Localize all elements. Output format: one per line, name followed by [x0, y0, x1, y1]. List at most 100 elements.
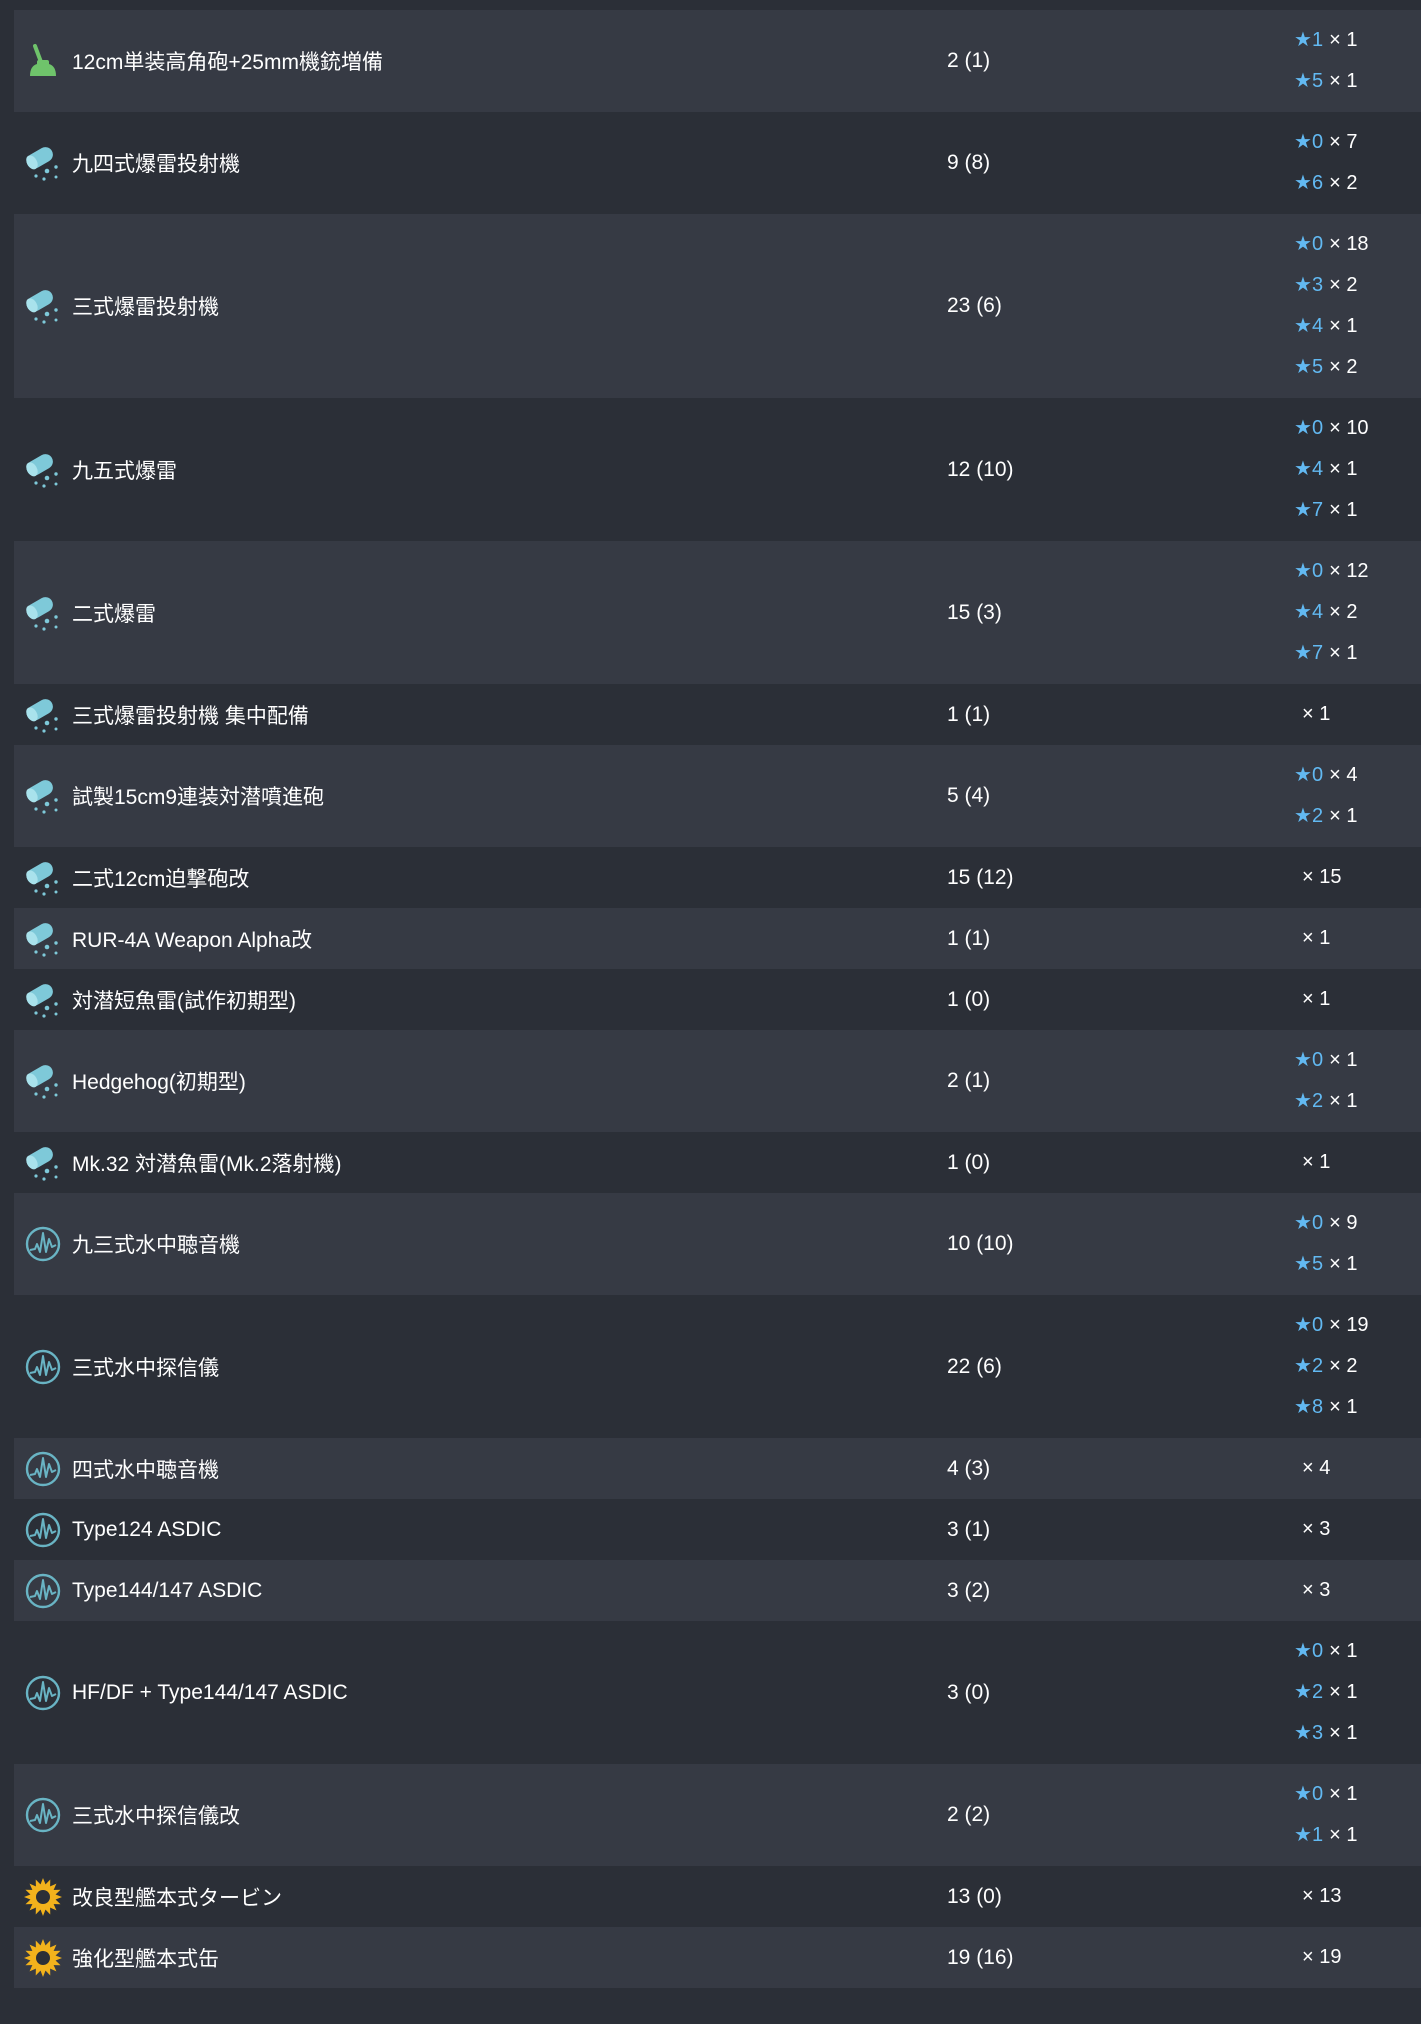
- improvement-level-line: ★0 × 1: [1294, 1040, 1357, 1081]
- equipment-name-cell: 改良型艦本式タービン: [14, 1877, 947, 1916]
- level-quantity-value: 1: [1346, 1681, 1358, 1703]
- star-icon: ★: [1294, 1396, 1312, 1418]
- level-quantity-value: 1: [1346, 805, 1358, 827]
- star-level: ★0: [1294, 1783, 1323, 1805]
- equipment-row[interactable]: 改良型艦本式タービン 13 (0) × 13: [14, 1866, 1421, 1927]
- equipment-count: 2 (1): [947, 49, 991, 72]
- improvement-levels: ★0 × 7 ★6 × 2: [1294, 122, 1357, 204]
- level-quantity: × 1: [1329, 29, 1358, 51]
- equipment-row[interactable]: Type144/147 ASDIC 3 (2) × 3: [14, 1560, 1421, 1621]
- level-quantity-value: 4: [1319, 1457, 1331, 1479]
- equipment-count: 1 (0): [947, 1150, 991, 1174]
- equipment-name: 対潜短魚雷(試作初期型): [72, 989, 296, 1013]
- star-level: ★0: [1294, 764, 1323, 786]
- improvement-level-line: ★4 × 1: [1294, 449, 1369, 490]
- improvement-level-line: ★7 × 1: [1294, 490, 1369, 531]
- star-level-value: 7: [1311, 642, 1324, 664]
- star-level: ★8: [1294, 1396, 1323, 1418]
- improvement-levels: ★0 × 1 ★1 × 1: [1294, 1774, 1357, 1856]
- equipment-count: 1 (0): [947, 987, 991, 1011]
- sonar-icon: [14, 1225, 72, 1263]
- level-quantity-value: 2: [1346, 1355, 1358, 1377]
- equipment-row[interactable]: 二式爆雷 15 (3) ★0 × 12 ★4 × 2 ★7 × 1: [14, 541, 1421, 684]
- star-level: ★5: [1294, 70, 1323, 92]
- equipment-row[interactable]: 四式水中聴音機 4 (3) × 4: [14, 1438, 1421, 1499]
- equipment-row[interactable]: 三式爆雷投射機 23 (6) ★0 × 18 ★3 × 2 ★4 × 1 ★5 × 2: [14, 214, 1421, 398]
- depth-charge-icon: [14, 859, 72, 897]
- star-level: ★7: [1294, 499, 1323, 521]
- equipment-name: 三式爆雷投射機 集中配備: [72, 704, 309, 728]
- level-quantity-value: 1: [1346, 1722, 1358, 1744]
- star-icon: ★: [1294, 1253, 1312, 1275]
- equipment-row[interactable]: Type124 ASDIC 3 (1) × 3: [14, 1499, 1421, 1560]
- star-icon: ★: [1294, 1314, 1312, 1336]
- equipment-row[interactable]: RUR-4A Weapon Alpha改 1 (1) × 1: [14, 908, 1421, 969]
- star-icon: ★: [1294, 172, 1312, 194]
- star-level-value: 0: [1311, 1314, 1324, 1336]
- level-quantity-value: 19: [1319, 1946, 1342, 1968]
- equipment-row[interactable]: 12cm単装高角砲+25mm機銃増備 2 (1) ★1 × 1 ★5 × 1: [14, 10, 1421, 112]
- equipment-row[interactable]: HF/DF + Type144/147 ASDIC 3 (0) ★0 × 1 ★2 × 1…: [14, 1621, 1421, 1764]
- depth-charge-icon: [14, 696, 72, 734]
- star-icon: ★: [1294, 499, 1312, 521]
- equipment-row[interactable]: 試製15cm9連装対潜噴進砲 5 (4) ★0 × 4 ★2 × 1: [14, 745, 1421, 847]
- sonar-icon: [14, 1572, 72, 1610]
- equipment-name-cell: Mk.32 対潜魚雷(Mk.2落射機): [14, 1144, 947, 1182]
- level-quantity: × 2: [1329, 356, 1358, 378]
- improvement-levels: ★0 × 1 ★2 × 1: [1294, 1040, 1357, 1122]
- level-quantity-value: 18: [1346, 233, 1369, 255]
- level-quantity: × 1: [1329, 805, 1358, 827]
- equipment-row[interactable]: 二式12cm迫撃砲改 15 (12) × 15: [14, 847, 1421, 908]
- star-level-value: 2: [1311, 1681, 1324, 1703]
- improvement-levels: ★1 × 1 ★5 × 1: [1294, 20, 1357, 102]
- star-level: ★2: [1294, 1681, 1323, 1703]
- improvement-levels: × 1: [1294, 918, 1330, 959]
- star-level: ★0: [1294, 1314, 1323, 1336]
- level-quantity-value: 9: [1346, 1212, 1358, 1234]
- equipment-name-cell: 九五式爆雷: [14, 451, 947, 489]
- equipment-count: 10 (10): [947, 1232, 1014, 1255]
- star-level-value: 0: [1311, 233, 1324, 255]
- level-quantity: × 1: [1329, 315, 1358, 337]
- equipment-row[interactable]: 強化型艦本式缶 19 (16) × 19: [14, 1927, 1421, 1988]
- equipment-row[interactable]: 対潜短魚雷(試作初期型) 1 (0) × 1: [14, 969, 1421, 1030]
- level-quantity: × 1: [1329, 642, 1358, 664]
- equipment-row[interactable]: 九五式爆雷 12 (10) ★0 × 10 ★4 × 1 ★7 × 1: [14, 398, 1421, 541]
- level-quantity: × 1: [1329, 70, 1358, 92]
- improvement-level-line: ★0 × 12: [1294, 551, 1369, 592]
- level-quantity: × 18: [1329, 233, 1369, 255]
- depth-charge-icon: [14, 287, 72, 325]
- level-quantity-value: 3: [1319, 1518, 1331, 1540]
- star-icon: ★: [1294, 1090, 1312, 1112]
- sonar-icon: [14, 1511, 72, 1549]
- equipment-row[interactable]: 三式水中探信儀 22 (6) ★0 × 19 ★2 × 2 ★8 × 1: [14, 1295, 1421, 1438]
- equipment-name: 試製15cm9連装対潜噴進砲: [72, 786, 325, 809]
- equipment-name: Mk.32 対潜魚雷(Mk.2落射機): [72, 1152, 342, 1176]
- star-level-value: 5: [1311, 356, 1324, 378]
- equipment-name: 改良型艦本式タービン: [72, 1886, 282, 1910]
- star-level-value: 2: [1311, 805, 1324, 827]
- equipment-name: 九四式爆雷投射機: [72, 153, 240, 176]
- equipment-row[interactable]: 九四式爆雷投射機 9 (8) ★0 × 7 ★6 × 2: [14, 112, 1421, 214]
- equipment-row[interactable]: Mk.32 対潜魚雷(Mk.2落射機) 1 (0) × 1: [14, 1132, 1421, 1193]
- improvement-levels: × 1: [1294, 1142, 1330, 1183]
- level-quantity: × 1: [1329, 1783, 1358, 1805]
- star-icon: ★: [1294, 233, 1312, 255]
- star-icon: ★: [1294, 29, 1312, 51]
- improvement-level-line: ★0 × 19: [1294, 1305, 1369, 1346]
- equipment-name: Type144/147 ASDIC: [72, 1578, 263, 1602]
- improvement-level-line: ★2 × 1: [1294, 1081, 1357, 1122]
- star-icon: ★: [1294, 315, 1312, 337]
- equipment-row[interactable]: 九三式水中聴音機 10 (10) ★0 × 9 ★5 × 1: [14, 1193, 1421, 1295]
- equipment-row[interactable]: Hedgehog(初期型) 2 (1) ★0 × 1 ★2 × 1: [14, 1030, 1421, 1132]
- equipment-name-cell: 三式爆雷投射機: [14, 287, 947, 325]
- level-quantity-value: 1: [1346, 1049, 1358, 1071]
- star-icon: ★: [1294, 560, 1312, 582]
- star-icon: ★: [1294, 1212, 1312, 1234]
- equipment-row[interactable]: 三式水中探信儀改 2 (2) ★0 × 1 ★1 × 1: [14, 1764, 1421, 1866]
- equipment-row[interactable]: 三式爆雷投射機 集中配備 1 (1) × 1: [14, 684, 1421, 745]
- level-quantity: × 1: [1329, 458, 1358, 480]
- level-quantity: × 1: [1329, 1681, 1358, 1703]
- sonar-icon: [14, 1796, 72, 1834]
- sonar-icon: [14, 1450, 72, 1488]
